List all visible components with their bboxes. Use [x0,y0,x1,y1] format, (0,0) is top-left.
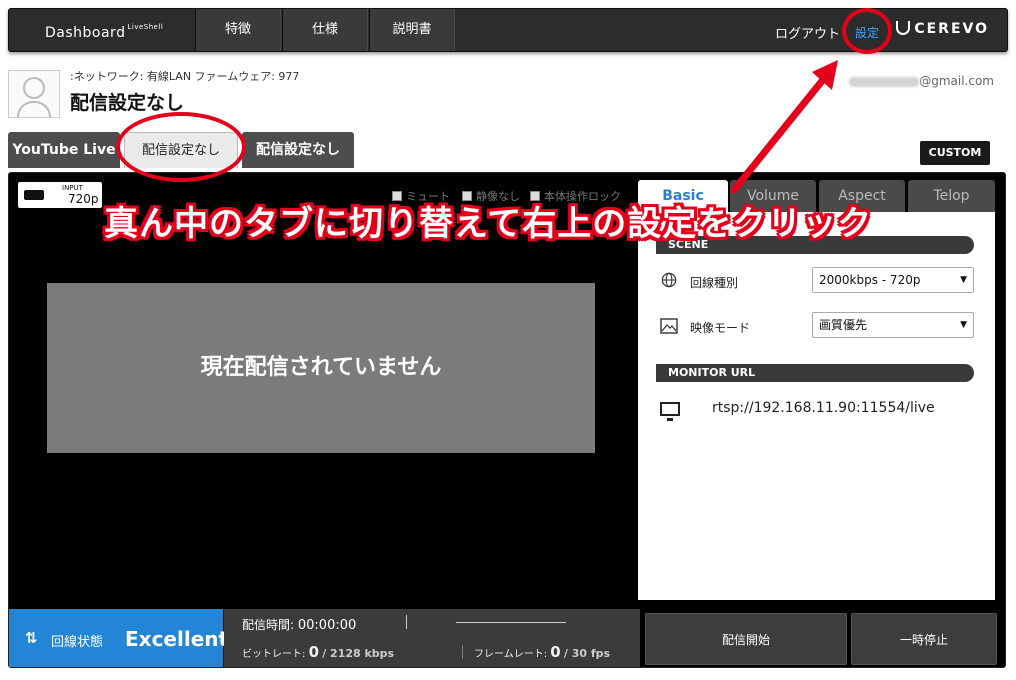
user-email: @gmail.com [849,74,994,88]
stream-time-label: 配信時間: [242,618,295,632]
input-plug-icon [24,190,44,200]
network-info: :ネットワーク: 有線LAN ファームウェア: 977 [70,70,300,83]
logout-link[interactable]: ログアウト [775,23,840,42]
brand-logo[interactable]: Dashboard LiveShell [45,23,163,41]
avatar-head-icon [23,77,45,99]
bitrate-label: ビットレート: [242,649,306,660]
framerate-value: 0 [550,643,561,661]
annotation-arrow-icon [730,60,838,194]
bitrate-max: / 2128 kbps [322,647,395,660]
chevron-down-icon: ▼ [960,275,967,285]
bitrate: ビットレート: 0 / 2128 kbps [242,643,394,661]
video-mode-value: 画質優先 [819,318,868,332]
cerevo-mark-icon [896,21,911,35]
divider [406,615,407,629]
tab-telop[interactable]: Telop [908,180,995,212]
start-stream-button[interactable]: 配信開始 [645,613,847,665]
nav-tab-specs[interactable]: 仕様 [282,9,368,51]
divider [462,645,463,659]
line-status: ⇅ 回線状態 Excellent [9,609,228,667]
profile-tab-youtube[interactable]: YouTube Live [8,132,120,168]
input-indicator: INPUT 720p [18,182,102,208]
annotation-circle-settings [842,8,892,54]
line-type-label: 回線種別 [690,276,739,290]
line-type-value: 2000kbps - 720p [819,273,921,287]
email-domain: @gmail.com [919,74,994,88]
monitor-url-header: MONITOR URL [656,364,974,382]
custom-button[interactable]: CUSTOM [920,141,990,165]
stream-time: 配信時間: 00:00:00 [242,616,356,633]
email-redacted [849,76,920,87]
framerate: フレームレート: 0 / 30 fps [474,643,610,661]
line-type-select[interactable]: 2000kbps - 720p ▼ [812,267,974,293]
framerate-max: / 30 fps [563,647,611,660]
cerevo-text: CEREVO [914,21,989,37]
divider [456,622,566,623]
annotation-circle-tab [116,112,246,182]
updown-arrows-icon: ⇅ [25,629,38,647]
line-status-value: Excellent [125,627,229,651]
video-mode-select[interactable]: 画質優先 ▼ [812,312,974,338]
video-preview: 現在配信されていません [47,283,595,453]
chevron-down-icon: ▼ [960,320,967,330]
image-icon [660,318,678,334]
stream-stats: 配信時間: 00:00:00 ビットレート: 0 / 2128 kbps フレー… [224,609,640,667]
brand-name: Dashboard [45,25,126,41]
video-mode-label: 映像モード [690,321,751,335]
line-status-label: 回線状態 [51,635,104,650]
preview-message: 現在配信されていません [200,355,442,380]
globe-icon [661,272,677,288]
avatar-body-icon [17,101,51,117]
monitor-url[interactable]: rtsp://192.168.11.90:11554/live [712,400,935,416]
brand-sub: LiveShell [127,23,164,31]
annotation-callout: 真ん中のタブに切り替えて右上の設定をクリック [104,204,873,244]
profile-title: 配信設定なし [70,92,185,114]
input-label: INPUT [62,184,83,192]
bitrate-value: 0 [308,643,319,661]
pause-button[interactable]: 一時停止 [851,613,997,665]
nav-tab-features[interactable]: 特徴 [195,9,281,51]
stream-time-value: 00:00:00 [297,618,357,633]
monitor-icon [660,402,680,421]
framerate-label: フレームレート: [474,649,548,660]
input-resolution: 720p [68,192,99,206]
nav-tab-manual[interactable]: 説明書 [369,9,455,51]
avatar [8,70,60,118]
profile-tab-3[interactable]: 配信設定なし [242,132,354,168]
cerevo-logo: CEREVO [896,21,989,37]
